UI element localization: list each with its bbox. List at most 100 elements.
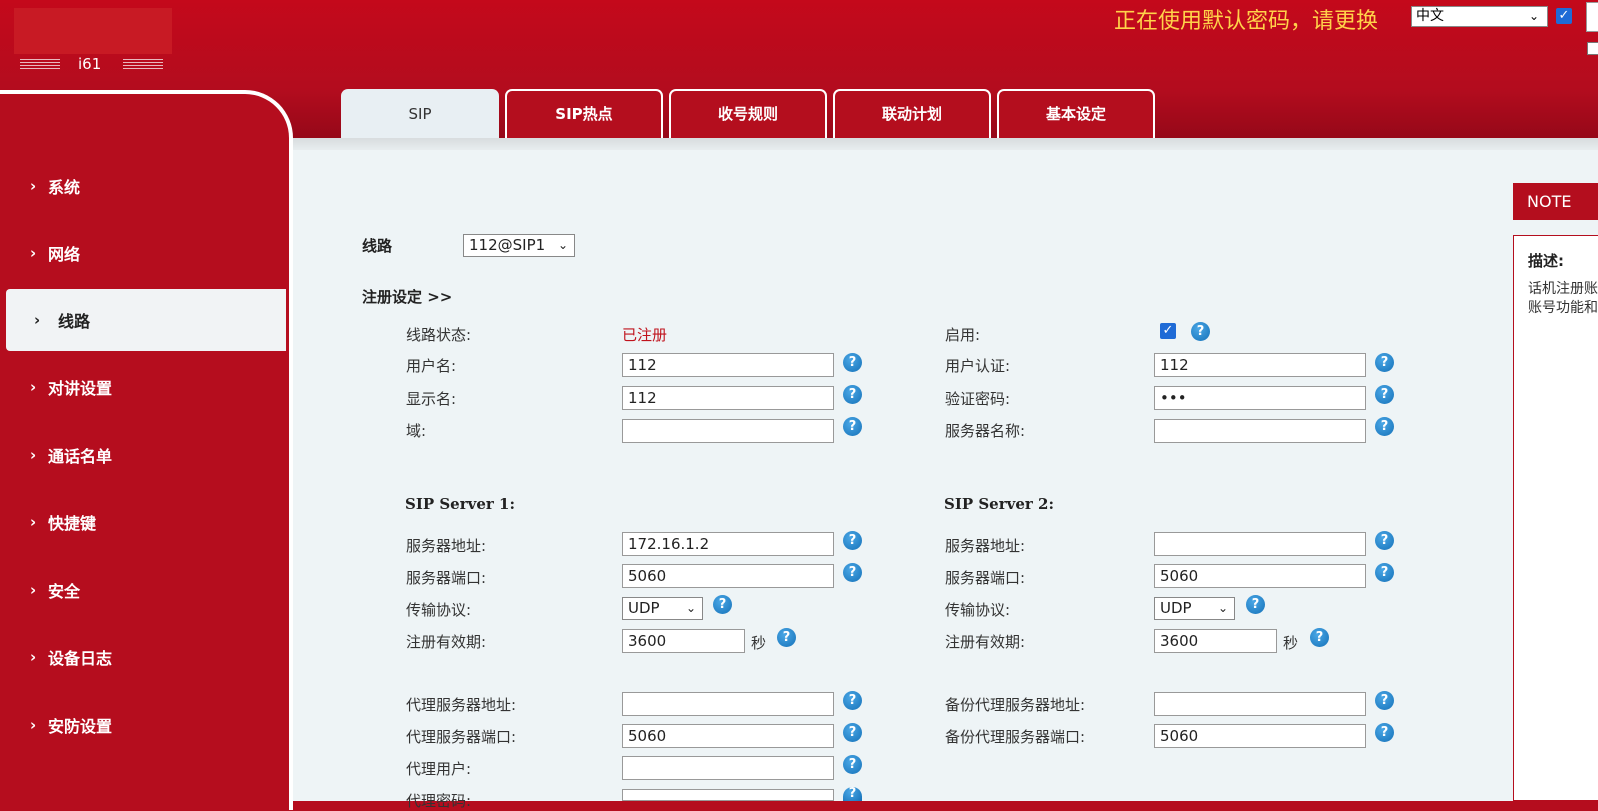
username-input[interactable]: 112 <box>622 353 834 377</box>
display-name-label: 显示名: <box>406 390 457 408</box>
help-icon[interactable]: ? <box>843 353 862 372</box>
help-icon[interactable]: ? <box>843 755 862 774</box>
help-icon[interactable]: ? <box>843 563 862 582</box>
sidebar-item-label: 设备日志 <box>48 649 113 668</box>
server2-transport-label: 传输协议: <box>945 601 1011 619</box>
sidebar-item-network[interactable]: › 网络 <box>0 223 286 283</box>
chevron-down-icon: ⌄ <box>557 238 568 252</box>
server1-port-label: 服务器端口: <box>406 569 487 587</box>
chevron-right-icon: › <box>30 378 37 396</box>
sidebar-item-label: 安防设置 <box>48 717 113 736</box>
help-icon[interactable]: ? <box>1375 563 1394 582</box>
auth-password-label: 验证密码: <box>945 390 1011 408</box>
sidebar-item-security[interactable]: › 安全 <box>0 560 286 620</box>
help-icon[interactable]: ? <box>843 531 862 550</box>
logo <box>14 8 172 54</box>
model-label: i61 <box>78 55 102 73</box>
header-small-checkbox[interactable] <box>1587 42 1598 55</box>
help-icon[interactable]: ? <box>777 628 796 647</box>
server1-address-input[interactable]: 172.16.1.2 <box>622 532 834 556</box>
note-panel <box>1513 235 1598 801</box>
sidebar-item-intercom[interactable]: › 对讲设置 <box>0 357 286 417</box>
help-icon[interactable]: ? <box>1375 723 1394 742</box>
server2-address-input[interactable] <box>1154 532 1366 556</box>
transport-value: UDP <box>628 599 660 617</box>
help-icon[interactable]: ? <box>1375 531 1394 550</box>
help-icon[interactable]: ? <box>843 691 862 710</box>
display-name-input[interactable]: 112 <box>622 386 834 410</box>
help-icon[interactable]: ? <box>1246 595 1265 614</box>
enable-label: 启用: <box>945 326 981 344</box>
sip-server-2-title: SIP Server 2: <box>944 495 1054 513</box>
help-icon[interactable]: ? <box>843 723 862 742</box>
sidebar-item-label: 快捷键 <box>48 514 97 533</box>
server2-expiry-input[interactable]: 3600 <box>1154 629 1277 653</box>
help-icon[interactable]: ? <box>1375 353 1394 372</box>
help-icon[interactable]: ? <box>1310 628 1329 647</box>
chevron-down-icon: ⌄ <box>1528 9 1539 23</box>
note-header: NOTE <box>1513 183 1598 220</box>
tab-sip[interactable]: SIP <box>341 89 499 138</box>
note-text-line: 话机注册账 <box>1528 281 1598 297</box>
help-icon[interactable]: ? <box>713 595 732 614</box>
auth-password-input[interactable]: ••• <box>1154 386 1366 410</box>
server2-address-label: 服务器地址: <box>945 537 1026 555</box>
sidebar-item-label: 通话名单 <box>48 447 113 466</box>
backup-proxy-port-label: 备份代理服务器端口: <box>945 728 1086 746</box>
backup-proxy-port-input[interactable]: 5060 <box>1154 724 1366 748</box>
server1-port-input[interactable]: 5060 <box>622 564 834 588</box>
sidebar-item-system[interactable]: › 系统 <box>0 156 286 216</box>
header-side-box[interactable] <box>1586 2 1598 32</box>
proxy-address-input[interactable] <box>622 692 834 716</box>
line-label: 线路 <box>362 237 393 255</box>
help-icon[interactable]: ? <box>1375 417 1394 436</box>
backup-proxy-address-label: 备份代理服务器地址: <box>945 696 1086 714</box>
server2-port-input[interactable]: 5060 <box>1154 564 1366 588</box>
server2-expiry-unit: 秒 <box>1283 634 1299 652</box>
help-icon[interactable]: ? <box>843 787 862 801</box>
auth-user-input[interactable]: 112 <box>1154 353 1366 377</box>
backup-proxy-address-input[interactable] <box>1154 692 1366 716</box>
server1-expiry-input[interactable]: 3600 <box>622 629 745 653</box>
tab-dial-rules[interactable]: 收号规则 <box>669 89 827 138</box>
sidebar-item-device-log[interactable]: › 设备日志 <box>0 627 286 687</box>
help-icon[interactable]: ? <box>843 385 862 404</box>
line-select[interactable]: 112@SIP1 ⌄ <box>463 234 575 257</box>
sidebar-item-call-list[interactable]: › 通话名单 <box>0 425 286 485</box>
server1-transport-select[interactable]: UDP ⌄ <box>622 597 703 620</box>
help-icon[interactable]: ? <box>1375 691 1394 710</box>
tab-linkage-plan[interactable]: 联动计划 <box>833 89 991 138</box>
server1-expiry-unit: 秒 <box>751 634 767 652</box>
proxy-password-input[interactable] <box>622 789 834 801</box>
server-name-input[interactable] <box>1154 419 1366 443</box>
tab-bar: SIP SIP热点 收号规则 联动计划 基本设定 <box>341 89 1161 138</box>
tab-sip-hotspot[interactable]: SIP热点 <box>505 89 663 138</box>
sidebar-item-shortcuts[interactable]: › 快捷键 <box>0 492 286 552</box>
help-icon[interactable]: ? <box>1375 385 1394 404</box>
header-checkbox[interactable]: ✓ <box>1556 8 1572 24</box>
proxy-user-label: 代理用户: <box>406 760 472 778</box>
server2-port-label: 服务器端口: <box>945 569 1026 587</box>
sidebar-item-label: 网络 <box>48 245 81 264</box>
language-value: 中文 <box>1416 8 1444 24</box>
enable-checkbox[interactable]: ✓ <box>1160 323 1176 339</box>
help-icon[interactable]: ? <box>1191 322 1210 341</box>
model-row: i61 <box>20 55 164 73</box>
line-status-value: 已注册 <box>622 326 668 344</box>
proxy-port-label: 代理服务器端口: <box>406 728 517 746</box>
chevron-right-icon: › <box>30 648 37 666</box>
chevron-right-icon: › <box>30 244 37 262</box>
help-icon[interactable]: ? <box>843 417 862 436</box>
tab-basic-settings[interactable]: 基本设定 <box>997 89 1155 138</box>
server2-transport-select[interactable]: UDP ⌄ <box>1154 597 1235 620</box>
sidebar-item-security-settings[interactable]: › 安防设置 <box>0 695 286 755</box>
language-select[interactable]: 中文 ⌄ <box>1411 6 1548 27</box>
proxy-port-input[interactable]: 5060 <box>622 724 834 748</box>
domain-input[interactable] <box>622 419 834 443</box>
sidebar-item-line[interactable]: › 线路 <box>6 289 286 351</box>
sidebar-item-label: 系统 <box>48 178 81 197</box>
proxy-address-label: 代理服务器地址: <box>406 696 517 714</box>
note-title: 描述: <box>1528 252 1564 270</box>
proxy-user-input[interactable] <box>622 756 834 780</box>
line-status-label: 线路状态: <box>406 326 472 344</box>
